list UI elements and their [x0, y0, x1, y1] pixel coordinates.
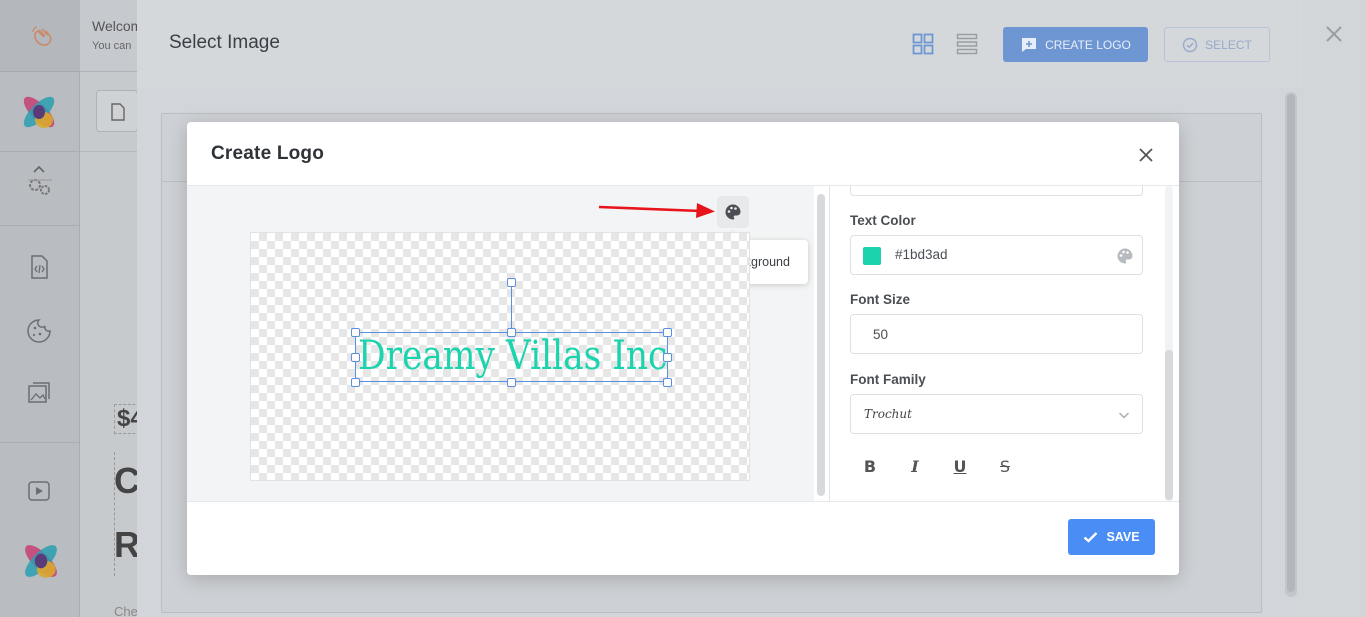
close-icon[interactable] [1322, 22, 1346, 46]
text-format-toolbar: B I U S [858, 454, 1017, 478]
resize-handle-top[interactable] [507, 328, 516, 337]
sidebar-welcome-area [0, 0, 80, 72]
resize-handle-bottom-left[interactable] [351, 378, 360, 387]
create-logo-footer: SAVE [187, 501, 1179, 575]
preview-scrollbar[interactable] [817, 194, 825, 496]
sidebar-brand[interactable] [0, 72, 80, 152]
overlay-right-strip [1303, 0, 1366, 617]
add-comment-icon [1022, 37, 1037, 52]
document-button[interactable] [96, 90, 138, 132]
save-button[interactable]: SAVE [1068, 519, 1155, 555]
italic-button[interactable]: I [903, 454, 927, 478]
list-view-icon[interactable] [956, 33, 978, 55]
strikethrough-button[interactable]: S [993, 454, 1017, 478]
logo-preview-pane: Change Preview Background Dreamy Villas … [187, 186, 814, 502]
create-logo-header: Create Logo [187, 122, 1179, 186]
font-size-label: Font Size [850, 292, 910, 307]
red-arrow-annotation [598, 203, 715, 218]
images-icon[interactable] [26, 380, 52, 406]
app-welcome-header: Welcome You can [80, 0, 140, 72]
properties-scrollbar[interactable] [1165, 350, 1173, 500]
create-logo-label: CREATE LOGO [1045, 37, 1131, 52]
font-family-select[interactable]: Trochut [850, 394, 1143, 434]
resize-handle-bottom-right[interactable] [663, 378, 672, 387]
change-preview-background-button[interactable] [717, 196, 749, 228]
select-label: SELECT [1205, 37, 1252, 52]
create-logo-content: Change Preview Background Dreamy Villas … [187, 186, 1179, 502]
font-size-value: 50 [873, 326, 889, 342]
cookie-icon[interactable] [26, 318, 52, 344]
create-logo-button[interactable]: CREATE LOGO [1003, 27, 1148, 62]
font-size-input[interactable]: 50 [850, 314, 1143, 354]
bold-button[interactable]: B [858, 454, 882, 478]
save-label: SAVE [1106, 530, 1140, 544]
select-image-title: Select Image [169, 32, 280, 53]
text-input-partial[interactable] [850, 186, 1143, 196]
resize-handle-top-left[interactable] [351, 328, 360, 337]
welcome-title: Welcome [92, 18, 140, 34]
check-circle-icon [1182, 37, 1198, 52]
logo-properties-panel: Text Color #1bd3ad Font Size 50 Font Fam… [830, 186, 1179, 502]
file-icon [111, 103, 125, 121]
select-image-scrollbar[interactable] [1285, 92, 1297, 597]
resize-handle-top-right[interactable] [663, 328, 672, 337]
sidebar-settings-section[interactable] [0, 152, 80, 226]
select-image-header: Select Image CREATE LOGO SELECT [137, 0, 1303, 88]
wave-hand-icon [32, 26, 52, 46]
brand-logo-icon [23, 96, 55, 128]
app-sidebar [0, 0, 80, 617]
background-toolbar [80, 72, 140, 152]
text-color-swatch[interactable] [863, 247, 881, 265]
select-button[interactable]: SELECT [1164, 27, 1270, 62]
palette-icon [725, 204, 741, 220]
brand-logo-icon [25, 545, 57, 578]
settings-gears-icon [28, 179, 52, 195]
select-image-scroll-thumb[interactable] [1287, 94, 1295, 592]
rotation-handle-line [511, 286, 512, 332]
play-icon[interactable] [26, 478, 52, 504]
close-icon[interactable] [1137, 146, 1155, 164]
create-logo-title: Create Logo [211, 143, 325, 164]
text-color-input[interactable]: #1bd3ad [850, 235, 1143, 275]
resize-handle-right[interactable] [663, 353, 672, 362]
text-color-value: #1bd3ad [895, 247, 948, 262]
chevron-down-icon [1119, 412, 1129, 419]
logo-canvas[interactable]: Dreamy Villas Inc [250, 232, 750, 481]
rotation-handle[interactable] [507, 278, 516, 287]
text-color-label: Text Color [850, 213, 916, 228]
background-small-text: Che [114, 604, 138, 617]
resize-handle-left[interactable] [351, 353, 360, 362]
code-file-icon[interactable] [26, 254, 52, 280]
create-logo-modal: Create Logo Change Preview Background Dr… [187, 122, 1179, 575]
checkmark-icon [1084, 532, 1098, 543]
sidebar-nav [0, 226, 80, 443]
chevron-up-icon[interactable] [32, 164, 46, 174]
selection-box [355, 332, 668, 382]
underline-button[interactable]: U [948, 454, 972, 478]
font-family-label: Font Family [850, 372, 926, 387]
app-main-background: $4 C R Che [80, 72, 140, 617]
grid-view-icon[interactable] [912, 33, 934, 55]
font-family-value: Trochut [864, 407, 912, 421]
palette-icon[interactable] [1116, 247, 1134, 265]
welcome-subtitle: You can [92, 40, 132, 52]
resize-handle-bottom[interactable] [507, 378, 516, 387]
